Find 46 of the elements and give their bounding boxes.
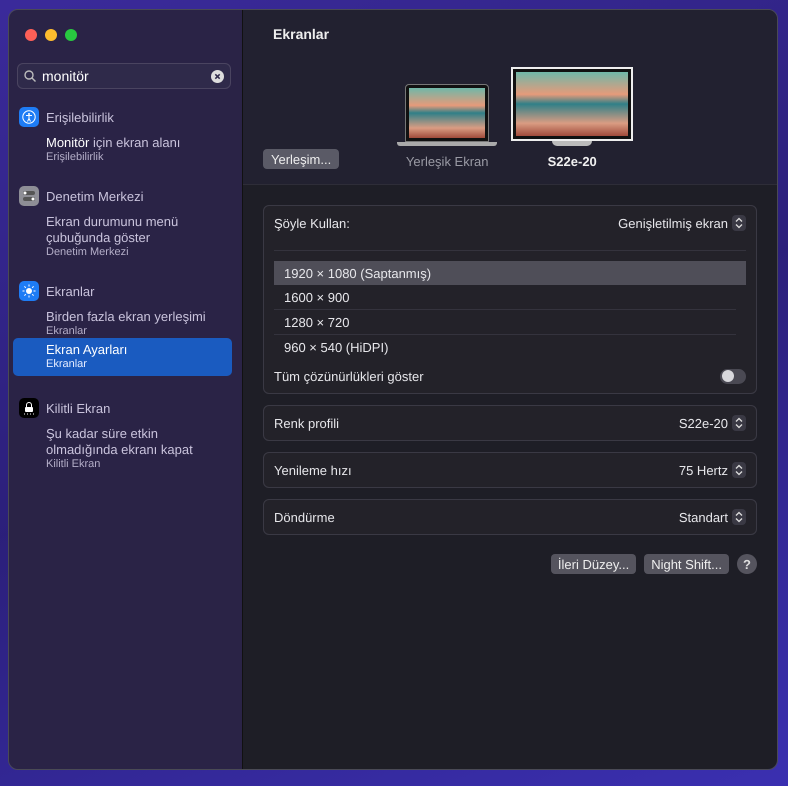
- search-result[interactable]: Birden fazla ekran yerleşimi Ekranlar: [13, 309, 232, 338]
- display-name[interactable]: S22e-20: [548, 154, 597, 169]
- zoom-button[interactable]: [65, 29, 77, 41]
- resolution-option[interactable]: 960 × 540 (HiDPI): [274, 335, 736, 359]
- resolution-option[interactable]: 1600 × 900: [274, 285, 736, 310]
- toggle-switch[interactable]: [720, 368, 746, 384]
- action-button[interactable]: İleri Düzey...: [550, 554, 636, 574]
- resolution-option[interactable]: 1920 × 1080 (Saptanmış): [274, 261, 746, 285]
- clear-icon[interactable]: [211, 70, 224, 82]
- display-name[interactable]: Yerleşik Ekran: [406, 154, 489, 169]
- lock-icon: [19, 398, 39, 418]
- search-icon: [24, 70, 36, 82]
- search-result[interactable]: Ekran durumunu menü çubuğunda göster Denetim Merkezi: [13, 214, 232, 259]
- resolution-option[interactable]: 1280 × 720: [274, 310, 736, 335]
- sun-icon: [19, 281, 39, 301]
- search-result[interactable]: Şu kadar süre etkin olmadığında ekranı kapat Kilitli Ekran: [13, 426, 232, 471]
- setting-label: Döndürme: [274, 510, 335, 524]
- window-title: Ekranlar: [273, 26, 330, 42]
- setting-label: Şöyle Kullan:: [274, 216, 350, 230]
- use-as-popup[interactable]: Genişletilmiş ekran: [618, 215, 746, 231]
- setting-label: Renk profili: [274, 416, 340, 430]
- setting-popup[interactable]: Standart: [678, 509, 746, 525]
- search-result[interactable]: Ekran Ayarları Ekranlar: [13, 338, 232, 376]
- stepper-icon: [732, 462, 746, 478]
- stepper-icon: [732, 415, 746, 431]
- help-button[interactable]: ?: [737, 554, 757, 574]
- arrangement-button[interactable]: Yerleşim...: [263, 149, 340, 169]
- stepper-icon: [732, 215, 746, 231]
- minimize-button[interactable]: [45, 29, 57, 41]
- close-button[interactable]: [25, 29, 37, 41]
- accessibility-icon: [19, 107, 39, 127]
- search-field[interactable]: monitör: [17, 63, 231, 89]
- setting-label: Tüm çözünürlükleri göster: [274, 368, 424, 384]
- laptop-drawing[interactable]: [397, 84, 498, 146]
- category-title: Ekranlar: [46, 284, 94, 298]
- action-button[interactable]: Night Shift...: [644, 554, 729, 574]
- category-title: Denetim Merkezi: [46, 188, 144, 204]
- setting-label: Yenileme hızı: [274, 462, 352, 478]
- category-title: Erişilebilirlik: [46, 110, 114, 124]
- monitor-drawing[interactable]: [511, 67, 634, 146]
- setting-popup[interactable]: 75 Hertz: [678, 462, 746, 478]
- stepper-icon: [732, 509, 746, 525]
- toggles-icon: [19, 186, 39, 206]
- search-result[interactable]: Monitör için ekran alanı Erişilebilirlik: [13, 135, 232, 164]
- category-title: Kilitli Ekran: [46, 400, 110, 416]
- setting-popup[interactable]: S22e-20: [678, 415, 746, 431]
